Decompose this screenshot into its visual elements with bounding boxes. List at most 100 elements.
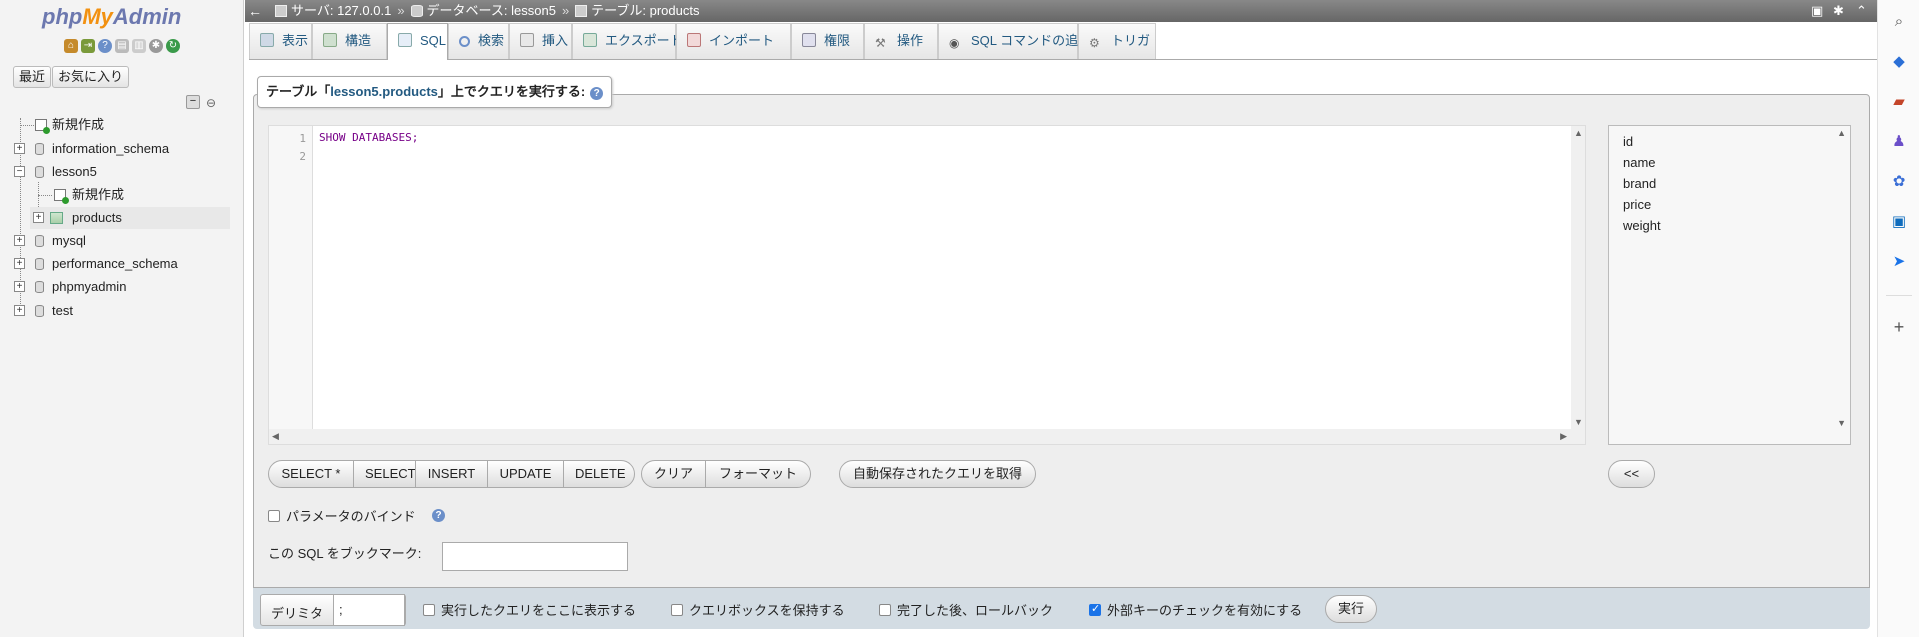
- tab-search[interactable]: 検索: [448, 23, 509, 59]
- update-button[interactable]: UPDATE: [487, 460, 564, 488]
- rollback-checkbox[interactable]: [879, 604, 891, 616]
- scroll-up-icon[interactable]: ▲: [1574, 128, 1583, 138]
- recent-tab[interactable]: 最近: [13, 66, 52, 88]
- database-icon: [35, 166, 44, 178]
- format-button[interactable]: フォーマット: [705, 460, 811, 488]
- gear-icon[interactable]: ✱: [1833, 0, 1844, 22]
- column-item[interactable]: brand: [1623, 176, 1656, 191]
- add-icon[interactable]: +: [1890, 318, 1908, 336]
- collapse-icon[interactable]: −: [14, 166, 25, 177]
- fk-checks-checkbox[interactable]: [1089, 602, 1101, 616]
- help-icon[interactable]: ?: [98, 39, 112, 53]
- people-icon[interactable]: ♟: [1890, 133, 1908, 151]
- insert-button[interactable]: INSERT: [415, 460, 488, 488]
- collapse-topbar-icon[interactable]: ⌃: [1856, 0, 1867, 22]
- toolbox-icon[interactable]: ▰: [1890, 93, 1908, 111]
- phpmyadmin-logo[interactable]: phpMyAdmin: [42, 4, 181, 30]
- scroll-left-icon[interactable]: ◀: [272, 431, 279, 442]
- tab-operations[interactable]: ⚒ 操作: [864, 23, 938, 59]
- bind-params-checkbox[interactable]: [268, 510, 280, 522]
- scroll-down-icon[interactable]: ▼: [1837, 418, 1846, 428]
- tag-icon[interactable]: ◆: [1890, 53, 1908, 71]
- back-arrow-icon[interactable]: ←: [248, 0, 264, 22]
- eye-icon: ◉: [949, 36, 960, 50]
- link-with-main-icon[interactable]: ⊖: [206, 96, 216, 110]
- database-icon: [35, 235, 44, 247]
- tree-item-performance-schema[interactable]: + performance_schema: [0, 253, 243, 275]
- collapse-all-icon[interactable]: −: [186, 95, 200, 109]
- tab-insert[interactable]: 挿入: [509, 23, 572, 59]
- database-icon: [410, 5, 423, 17]
- expand-icon[interactable]: +: [14, 143, 25, 154]
- bind-params-label[interactable]: パラメータのバインド: [286, 506, 416, 525]
- home-icon[interactable]: ⌂: [64, 39, 78, 53]
- show-query-label[interactable]: 実行したクエリをここに表示する: [441, 600, 636, 619]
- tab-tracking[interactable]: ◉ SQL コマンドの追跡: [938, 23, 1091, 59]
- select-button[interactable]: SELECT: [353, 460, 416, 488]
- favorites-tab[interactable]: お気に入り: [52, 66, 130, 88]
- expand-icon[interactable]: +: [14, 258, 25, 269]
- bookmark-label: この SQL をブックマーク:: [268, 546, 422, 561]
- column-item[interactable]: name: [1623, 155, 1656, 170]
- query-legend: テーブル「lesson5.products」上でクエリを実行する:?: [257, 76, 613, 108]
- tree-item-new-table[interactable]: 新規作成: [0, 184, 243, 206]
- scroll-down-icon[interactable]: ▼: [1574, 417, 1583, 427]
- tree-item-lesson5[interactable]: − lesson5: [0, 161, 243, 183]
- insert-column-button[interactable]: <<: [1608, 460, 1655, 488]
- scroll-up-icon[interactable]: ▲: [1837, 128, 1846, 138]
- tab-browse[interactable]: 表示: [249, 23, 312, 59]
- expand-icon[interactable]: +: [33, 212, 44, 223]
- show-query-checkbox[interactable]: [423, 604, 435, 616]
- sql-editor[interactable]: 1 2 SHOW DATABASES; ▲ ▼ ◀ ▶: [268, 125, 1586, 445]
- docs-icon[interactable]: ▤: [115, 39, 129, 53]
- rollback-label[interactable]: 完了した後、ロールバック: [897, 600, 1053, 619]
- scroll-right-icon[interactable]: ▶: [1560, 431, 1567, 442]
- column-item[interactable]: id: [1623, 134, 1633, 149]
- copilot-icon[interactable]: ✿: [1890, 173, 1908, 191]
- logout-icon[interactable]: ⇥: [81, 39, 95, 53]
- editor-vertical-scrollbar[interactable]: ▲ ▼: [1571, 126, 1585, 444]
- tree-item-mysql[interactable]: + mysql: [0, 230, 243, 252]
- outlook-icon[interactable]: ▣: [1890, 213, 1908, 231]
- settings-icon[interactable]: ✱: [149, 39, 163, 53]
- tree-item-information-schema[interactable]: + information_schema: [0, 138, 243, 160]
- clear-button[interactable]: クリア: [641, 460, 706, 488]
- sql-docs-icon[interactable]: ▥: [132, 39, 146, 53]
- select-star-button[interactable]: SELECT *: [268, 460, 354, 488]
- tab-privileges[interactable]: 権限: [791, 23, 864, 59]
- column-list[interactable]: id name brand price weight ▲ ▼: [1608, 125, 1851, 445]
- column-item[interactable]: price: [1623, 197, 1651, 212]
- editor-horizontal-scrollbar[interactable]: ◀ ▶: [269, 429, 1585, 444]
- tree-item-test[interactable]: + test: [0, 300, 243, 322]
- retain-query-box-label[interactable]: クエリボックスを保持する: [689, 600, 845, 619]
- expand-icon[interactable]: +: [14, 235, 25, 246]
- retain-query-box-checkbox[interactable]: [671, 604, 683, 616]
- breadcrumb-database[interactable]: データベース: lesson5: [427, 3, 556, 18]
- expand-icon[interactable]: +: [14, 281, 25, 292]
- tab-import[interactable]: インポート: [676, 23, 791, 59]
- tab-export[interactable]: エクスポート: [572, 23, 683, 59]
- tab-sql[interactable]: SQL: [387, 23, 448, 60]
- send-icon[interactable]: ➤: [1890, 253, 1908, 271]
- delete-button[interactable]: DELETE: [563, 460, 635, 488]
- help-icon[interactable]: ?: [590, 87, 604, 100]
- tab-structure[interactable]: 構造: [312, 23, 387, 59]
- column-item[interactable]: weight: [1623, 218, 1661, 233]
- sql-code[interactable]: SHOW DATABASES;: [319, 131, 418, 144]
- tree-item-phpmyadmin[interactable]: + phpmyadmin: [0, 276, 243, 298]
- fk-checks-label[interactable]: 外部キーのチェックを有効にする: [1107, 600, 1302, 619]
- expand-icon[interactable]: +: [14, 305, 25, 316]
- tree-item-new[interactable]: 新規作成: [0, 114, 243, 136]
- breadcrumb-server[interactable]: サーバ: 127.0.0.1: [291, 3, 391, 18]
- delimiter-input[interactable]: ;: [333, 594, 405, 626]
- breadcrumb-table[interactable]: テーブル: products: [591, 3, 699, 18]
- reload-icon[interactable]: ↻: [166, 39, 180, 53]
- help-icon[interactable]: ?: [432, 509, 445, 522]
- tab-triggers[interactable]: ⚙ トリガ: [1078, 23, 1156, 59]
- lock-icon[interactable]: ▣: [1811, 0, 1823, 22]
- tree-item-products[interactable]: + products: [30, 207, 230, 229]
- get-autosaved-query-button[interactable]: 自動保存されたクエリを取得: [839, 460, 1036, 488]
- bookmark-input[interactable]: [442, 542, 628, 571]
- search-icon[interactable]: ⌕: [1890, 13, 1908, 31]
- go-button[interactable]: 実行: [1325, 595, 1377, 623]
